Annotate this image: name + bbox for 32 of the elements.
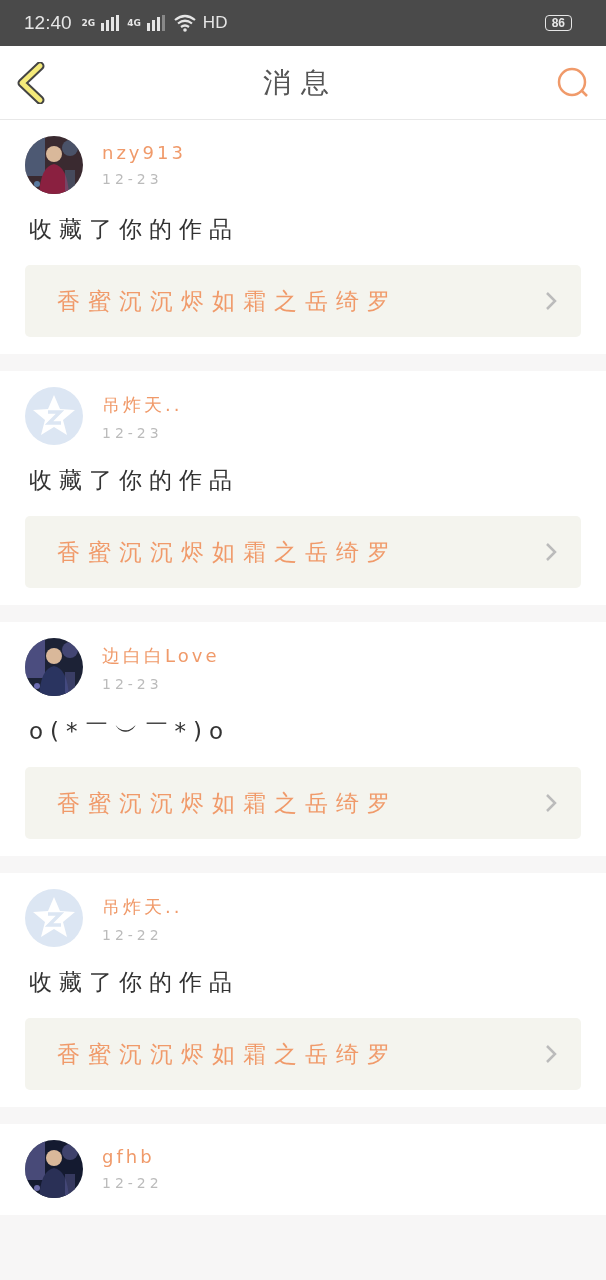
message-date: 12-23 (102, 425, 164, 441)
status-time: 12:40 (24, 12, 72, 34)
network-label: 2G (81, 18, 96, 28)
message-text: 收藏了你的作品 (29, 215, 240, 244)
battery-level: 86 (544, 15, 572, 31)
work-link[interactable]: 香蜜沉沉烬如霜之岳绮罗 (25, 265, 581, 337)
signal-icon (101, 15, 122, 31)
back-icon[interactable] (16, 61, 46, 104)
message-date: 12-22 (102, 927, 164, 943)
wifi-icon (172, 14, 197, 32)
user-name[interactable]: 吊炸天.. (102, 895, 183, 919)
chevron-icon (545, 1044, 557, 1064)
message-date: 12-23 (102, 676, 164, 692)
work-link[interactable]: 香蜜沉沉烬如霜之岳绮罗 (25, 767, 581, 839)
chevron-icon (545, 291, 557, 311)
user-name[interactable]: gfhb (102, 1146, 163, 1167)
message-date: 12-22 (102, 1175, 163, 1191)
message-text: 收藏了你的作品 (29, 968, 240, 997)
user-name[interactable]: nzy913 (102, 142, 186, 163)
work-link[interactable]: 香蜜沉沉烬如霜之岳绮罗 (25, 1018, 581, 1090)
work-link[interactable]: 香蜜沉沉烬如霜之岳绮罗 (25, 516, 581, 588)
message-text: o(*￣︶￣*)o (29, 717, 232, 746)
user-name[interactable]: 吊炸天.. (102, 393, 183, 417)
user-name[interactable]: 边白白Love (102, 644, 220, 668)
chevron-icon (545, 793, 557, 813)
signal-icon (146, 15, 167, 31)
chevron-icon (545, 542, 557, 562)
hd-label: HD (202, 13, 228, 33)
network-label: 4G (127, 18, 141, 28)
message-text: 收藏了你的作品 (29, 466, 240, 495)
message-date: 12-23 (102, 171, 164, 187)
page-title: 消息 (263, 64, 339, 101)
